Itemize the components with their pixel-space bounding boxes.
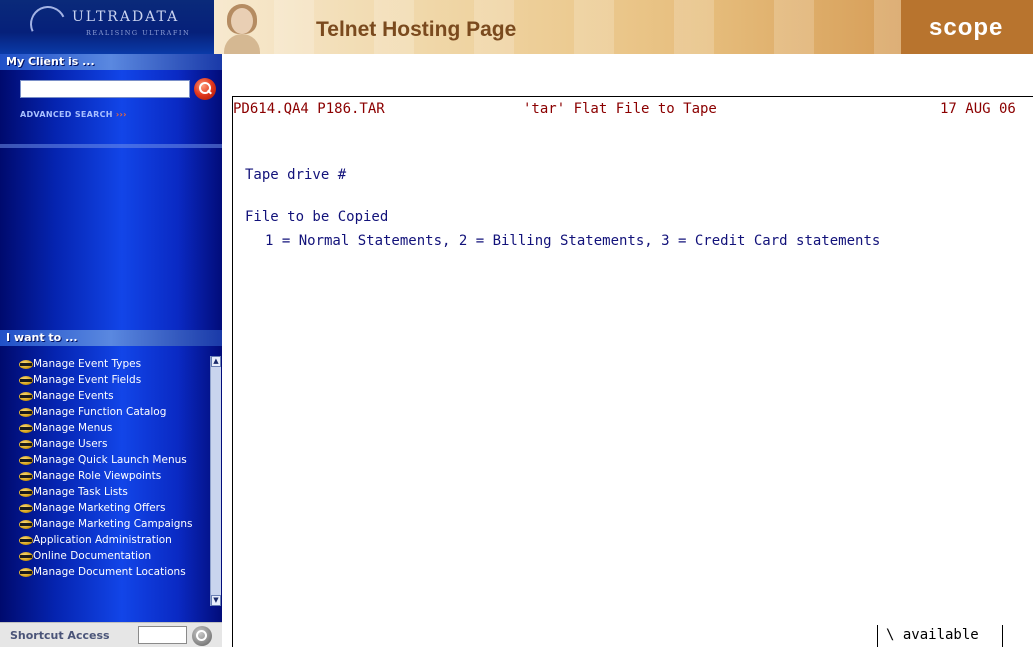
task-arrow-icon	[19, 376, 33, 385]
go-icon[interactable]	[192, 626, 212, 646]
sidebar: My Client is ... ADVANCED SEARCH ››› I w…	[0, 54, 222, 647]
task-label: Manage Marketing Offers	[33, 502, 166, 514]
task-arrow-icon	[19, 536, 33, 545]
task-label: Online Documentation	[33, 550, 152, 562]
terminal-screen-title: 'tar' Flat File to Tape	[523, 101, 717, 117]
shortcut-access-label: Shortcut Access	[10, 629, 110, 642]
task-label: Manage Task Lists	[33, 486, 128, 498]
task-manage-users[interactable]: Manage Users	[0, 438, 210, 450]
shortcut-access-input[interactable]	[138, 626, 187, 644]
task-manage-task-lists[interactable]: Manage Task Lists	[0, 486, 210, 498]
advanced-search-link[interactable]: ADVANCED SEARCH ›››	[20, 110, 127, 119]
client-search-input[interactable]	[20, 80, 190, 98]
scroll-down-icon[interactable]: ▼	[211, 595, 221, 606]
task-arrow-icon	[19, 424, 33, 433]
client-section-title: My Client is ...	[6, 55, 95, 68]
scroll-up-icon[interactable]: ▲	[211, 356, 221, 367]
task-arrow-icon	[19, 568, 33, 577]
task-label: Manage Users	[33, 438, 108, 450]
task-arrow-icon	[19, 520, 33, 529]
task-arrow-icon	[19, 392, 33, 401]
task-arrow-icon	[19, 360, 33, 369]
tasks-section-header: I want to ...	[0, 330, 222, 346]
sidebar-divider	[0, 144, 222, 148]
task-manage-function-catalog[interactable]: Manage Function Catalog	[0, 406, 210, 418]
task-arrow-icon	[19, 440, 33, 449]
task-manage-event-types[interactable]: Manage Event Types	[0, 358, 210, 370]
logo-tagline: REALISING ULTRAFIN	[86, 29, 191, 37]
file-options-text: 1 = Normal Statements, 2 = Billing State…	[265, 233, 881, 249]
logo-swoosh-icon	[24, 0, 72, 48]
title-banner: Telnet Hosting Page scope	[214, 0, 1033, 54]
advanced-search-label: ADVANCED SEARCH	[20, 110, 113, 119]
terminal-date: 17 AUG 06	[940, 101, 1016, 117]
search-icon[interactable]	[194, 78, 216, 100]
logo-text: ULTRADATA	[72, 9, 180, 25]
task-manage-menus[interactable]: Manage Menus	[0, 422, 210, 434]
task-arrow-icon	[19, 488, 33, 497]
task-arrow-icon	[19, 456, 33, 465]
task-label: Manage Event Types	[33, 358, 142, 370]
person-photo-icon	[220, 2, 262, 54]
task-application-administration[interactable]: Application Administration	[0, 534, 210, 546]
file-copied-prompt: File to be Copied	[245, 209, 389, 225]
task-manage-document-locations[interactable]: Manage Document Locations	[0, 566, 210, 578]
ultradata-logo[interactable]: ULTRADATA REALISING ULTRAFIN	[0, 0, 214, 54]
task-manage-quick-launch-menus[interactable]: Manage Quick Launch Menus	[0, 454, 210, 466]
task-arrow-icon	[19, 504, 33, 513]
task-label: Manage Role Viewpoints	[33, 470, 162, 482]
task-list: Manage Event Types Manage Event Fields M…	[0, 354, 210, 606]
task-label: Manage Event Fields	[33, 374, 142, 386]
tasks-section-title: I want to ...	[6, 331, 78, 344]
task-online-documentation[interactable]: Online Documentation	[0, 550, 210, 562]
task-list-scrollbar[interactable]: ▲ ▼	[210, 356, 221, 606]
task-label: Manage Menus	[33, 422, 113, 434]
page-title: Telnet Hosting Page	[316, 18, 517, 41]
task-arrow-icon	[19, 408, 33, 417]
terminal-program-id: PD614.QA4 P186.TAR	[233, 101, 385, 117]
task-label: Manage Document Locations	[33, 566, 186, 578]
task-manage-event-fields[interactable]: Manage Event Fields	[0, 374, 210, 386]
sidebar-panel: My Client is ... ADVANCED SEARCH ››› I w…	[0, 54, 222, 638]
task-label: Manage Function Catalog	[33, 406, 167, 418]
advanced-search-arrows-icon: ›››	[115, 110, 127, 119]
task-label: Manage Marketing Campaigns	[33, 518, 193, 530]
client-section-header: My Client is ...	[0, 54, 222, 70]
scope-logo-text: scope	[929, 14, 1004, 41]
scope-logo[interactable]: scope	[901, 0, 1033, 54]
page-header: ULTRADATA REALISING ULTRAFIN Telnet Host…	[0, 0, 1033, 54]
shortcut-access-bar: Shortcut Access	[0, 622, 222, 647]
task-manage-role-viewpoints[interactable]: Manage Role Viewpoints	[0, 470, 210, 482]
terminal-status: \ available	[877, 625, 1003, 647]
telnet-hosting-page: ULTRADATA REALISING ULTRAFIN Telnet Host…	[0, 0, 1033, 647]
task-label: Manage Quick Launch Menus	[33, 454, 187, 466]
task-manage-events[interactable]: Manage Events	[0, 390, 210, 402]
task-arrow-icon	[19, 552, 33, 561]
task-manage-marketing-offers[interactable]: Manage Marketing Offers	[0, 502, 210, 514]
tape-drive-prompt: Tape drive #	[245, 167, 347, 183]
task-manage-marketing-campaigns[interactable]: Manage Marketing Campaigns	[0, 518, 210, 530]
task-arrow-icon	[19, 472, 33, 481]
task-label: Application Administration	[33, 534, 172, 546]
telnet-terminal[interactable]: PD614.QA4 P186.TAR 'tar' Flat File to Ta…	[232, 96, 1033, 647]
task-label: Manage Events	[33, 390, 114, 402]
